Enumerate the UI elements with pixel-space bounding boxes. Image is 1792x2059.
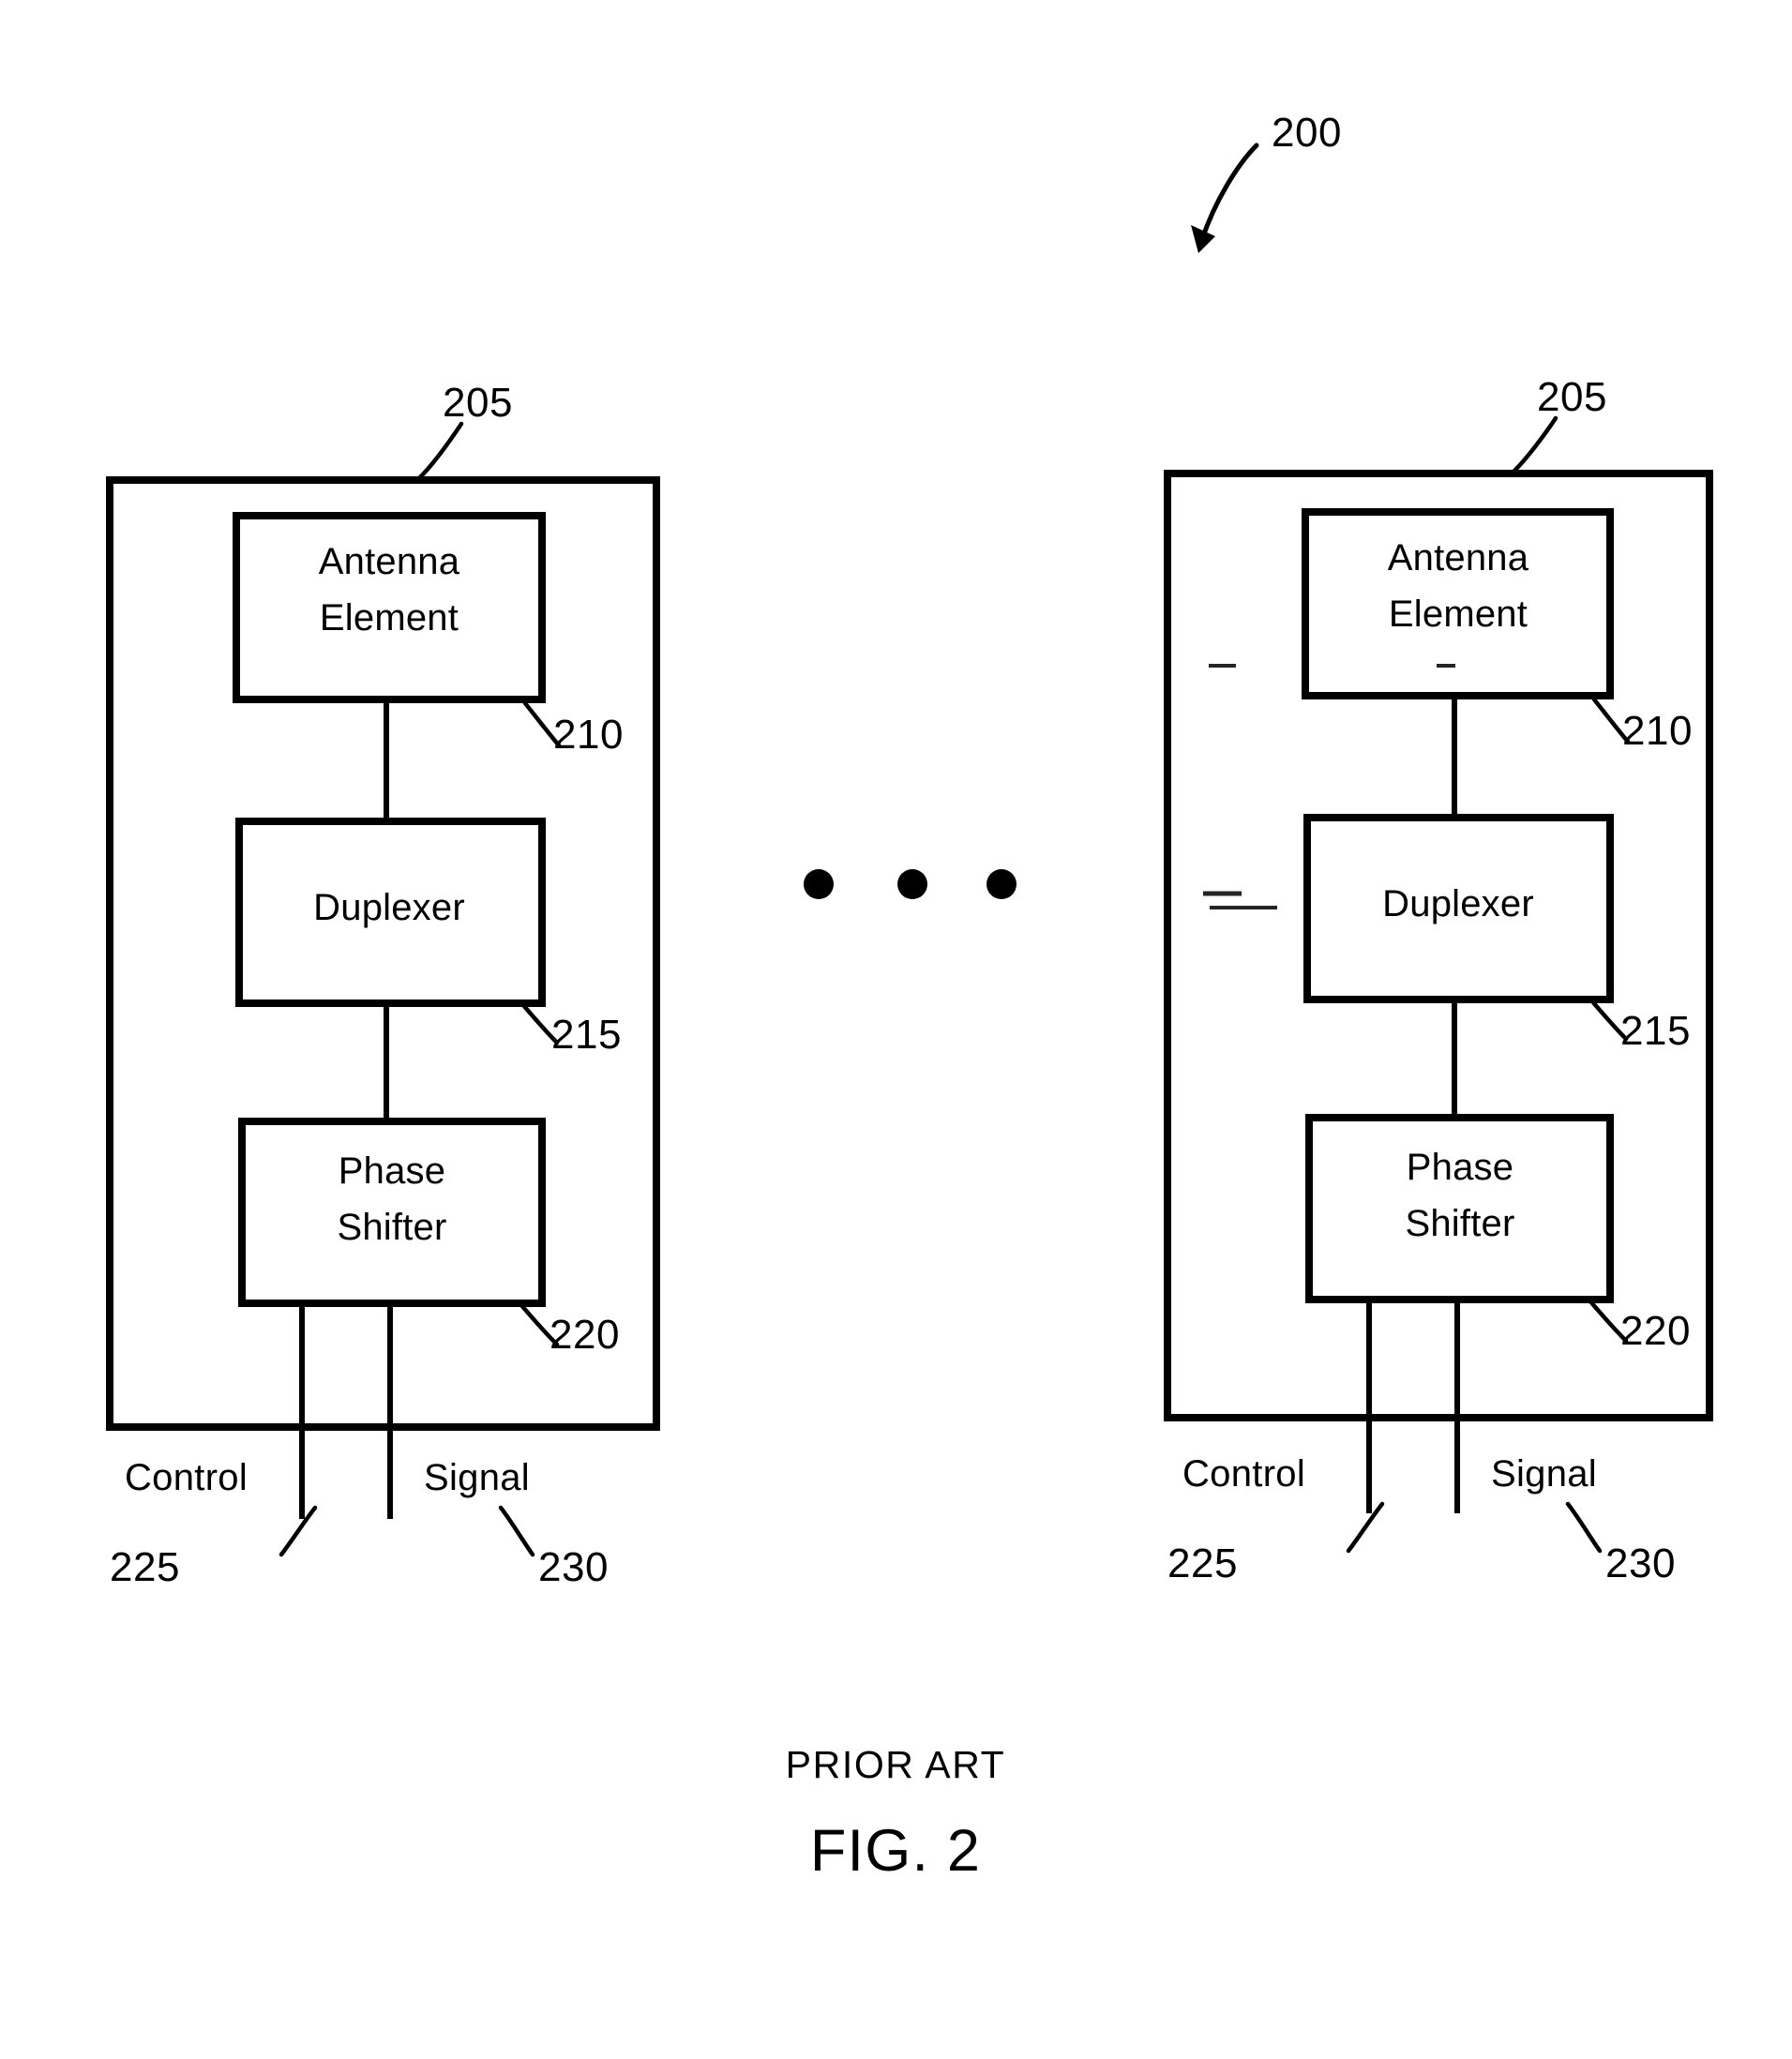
module-right-ref-220: 220: [1620, 1308, 1691, 1354]
module-right-ref-210: 210: [1622, 708, 1693, 754]
module-left-ref-230: 230: [538, 1544, 609, 1590]
module-left-ref-205: 205: [443, 380, 513, 426]
module-right-ref-225: 225: [1167, 1540, 1238, 1586]
module-left-phase-shifter-label-line1: Phase: [338, 1150, 446, 1192]
module-left-ref225-leader: [279, 1505, 318, 1557]
scan-artifacts: [1203, 664, 1455, 909]
module-left-antenna-element-label-line2: Element: [319, 597, 459, 639]
module-right-duplexer-label: Duplexer: [1382, 883, 1534, 924]
module-right-ref225-leader: [1346, 1501, 1385, 1554]
module-left-duplexer-label: Duplexer: [313, 887, 465, 928]
ellipsis-dot-3: [986, 869, 1016, 899]
system-ref-200: 200: [1272, 110, 1342, 156]
module-right-ref230-leader: [1565, 1501, 1603, 1554]
module-right-phase-shifter-label-line2: Shifter: [1405, 1203, 1515, 1244]
repetition-ellipsis-dots: [804, 869, 1016, 899]
module-left-graphics: [106, 421, 660, 1557]
ellipsis-dot-1: [804, 869, 834, 899]
module-left-ref-225: 225: [110, 1544, 180, 1590]
module-right-ref-215: 215: [1620, 1008, 1691, 1054]
module-left-ref-215: 215: [551, 1012, 622, 1058]
module-left-antenna-element-label-line1: Antenna: [318, 541, 460, 582]
ellipsis-dot-2: [897, 869, 927, 899]
module-left-ref205-leader: [414, 421, 464, 484]
module-left-ref230-leader: [498, 1505, 535, 1557]
module-left-signal-label: Signal: [424, 1457, 530, 1498]
module-left-ref-220: 220: [550, 1312, 620, 1358]
module-right-signal-label: Signal: [1491, 1453, 1597, 1495]
patent-figure-canvas: 200 205 Antenna Element 210 Duplexer 215…: [0, 0, 1792, 2059]
module-right-graphics: [1164, 415, 1713, 1554]
module-right-control-label: Control: [1182, 1453, 1306, 1495]
module-left-ref-210: 210: [553, 712, 624, 758]
module-right-antenna-element-label-line1: Antenna: [1387, 537, 1529, 579]
module-left-control-label: Control: [125, 1457, 248, 1498]
module-right-ref-230: 230: [1605, 1540, 1676, 1586]
module-left-phase-shifter-label-line2: Shifter: [337, 1207, 447, 1248]
prior-art-label: PRIOR ART: [785, 1743, 1006, 1786]
module-right-ref205-leader: [1508, 415, 1559, 477]
module-right-ref-205: 205: [1537, 374, 1607, 420]
module-right-antenna-element-label-line2: Element: [1388, 594, 1528, 635]
figure-caption: FIG. 2: [809, 1818, 982, 1884]
system-ref-arrow: [1191, 143, 1259, 253]
module-right-phase-shifter-label-line1: Phase: [1406, 1147, 1514, 1188]
